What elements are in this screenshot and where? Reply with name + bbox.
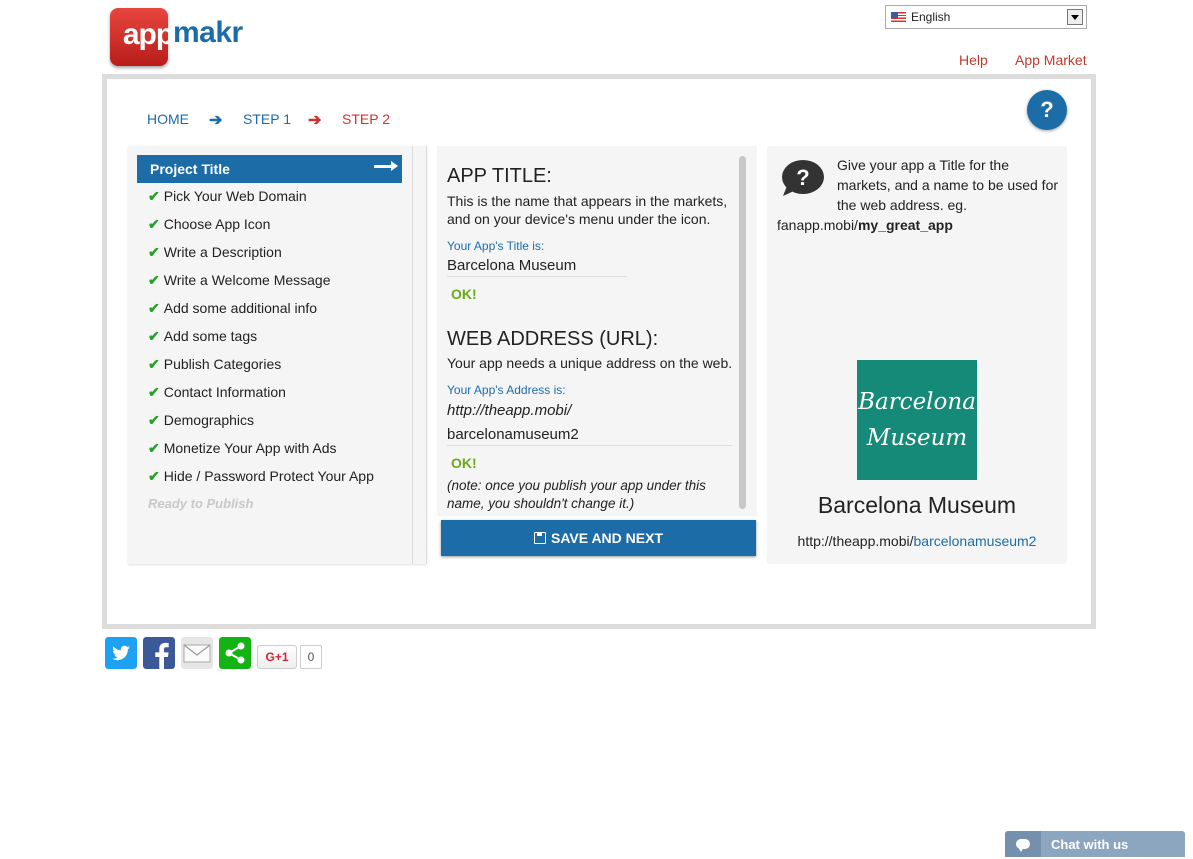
example-prefix: fanapp.mobi/ (777, 217, 858, 233)
logo-app-mark: app (110, 8, 174, 66)
app-title-status: OK! (451, 286, 477, 302)
google-plus-button[interactable]: G+1 (257, 645, 297, 669)
step-label: Add some additional info (163, 300, 318, 316)
breadcrumb-home[interactable]: HOME (147, 111, 189, 127)
preview-url-prefix: http://theapp.mobi/ (797, 533, 914, 549)
preview-app-url: http://theapp.mobi/barcelonamuseum2 (767, 533, 1067, 549)
preview-app-title: Barcelona Museum (817, 492, 1017, 518)
preview-line1: Barcelona (858, 389, 976, 415)
web-address-label: Your App's Address is: (447, 383, 566, 397)
step-project-title[interactable]: Project Title (137, 155, 402, 183)
step-write-description[interactable]: ✔ Write a Description (148, 244, 282, 261)
check-icon: ✔ (148, 272, 160, 288)
save-and-next-button[interactable]: SAVE AND NEXT (441, 520, 756, 556)
language-select[interactable]: English (885, 5, 1087, 29)
breadcrumb-step1[interactable]: STEP 1 (243, 111, 291, 127)
preview-url-link[interactable]: barcelonamuseum2 (914, 533, 1037, 549)
logo-makr-text: makr (173, 16, 243, 49)
app-market-link[interactable]: App Market (1015, 52, 1087, 68)
check-icon: ✔ (148, 188, 160, 204)
step-additional-info[interactable]: ✔ Add some additional info (148, 300, 317, 317)
facebook-icon[interactable] (143, 637, 175, 669)
us-flag-icon (891, 12, 906, 22)
arrow-right-icon: ➔ (209, 112, 223, 129)
step-contact-information[interactable]: ✔ Contact Information (148, 384, 286, 401)
app-title-label: Your App's Title is: (447, 239, 545, 253)
step-label: Choose App Icon (163, 216, 271, 232)
publish-note: (note: once you publish your app under t… (447, 478, 706, 511)
chat-widget-button[interactable]: Chat with us (1005, 831, 1185, 857)
twitter-icon[interactable] (105, 637, 137, 669)
chevron-down-icon[interactable] (1067, 9, 1083, 25)
step-monetize-ads[interactable]: ✔ Monetize Your App with Ads (148, 440, 337, 457)
step-demographics[interactable]: ✔ Demographics (148, 412, 254, 429)
web-address-prefix: http://theapp.mobi/ (447, 402, 572, 419)
app-title-description: This is the name that appears in the mar… (447, 193, 728, 227)
info-tip: Give your app a Title for the markets, a… (837, 157, 1059, 213)
step-add-tags[interactable]: ✔ Add some tags (148, 328, 257, 345)
help-button[interactable]: ? (1027, 90, 1067, 130)
chat-bubble-icon (1005, 831, 1041, 857)
steps-panel: Project Title ✔ Pick Your Web Domain ✔ Cho… (128, 146, 427, 564)
check-icon: ✔ (148, 384, 160, 400)
web-address-heading: WEB ADDRESS (URL): (447, 328, 659, 350)
example-slug: my_great_app (857, 217, 953, 233)
check-icon: ✔ (148, 216, 160, 232)
save-label: SAVE AND NEXT (550, 530, 663, 546)
panel-divider (412, 146, 413, 564)
check-icon: ✔ (148, 412, 160, 428)
appmakr-logo[interactable]: app makr (110, 8, 250, 68)
step-ready-to-publish: Ready to Publish (148, 496, 254, 511)
step-label: Monetize Your App with Ads (163, 440, 337, 456)
step-welcome-message[interactable]: ✔ Write a Welcome Message (148, 272, 331, 289)
app-title-input[interactable]: Barcelona Museum (447, 257, 627, 277)
chat-label: Chat with us (1051, 837, 1129, 852)
preview-line2: Museum (866, 425, 968, 451)
floppy-disk-icon (533, 532, 546, 544)
language-value: English (911, 10, 951, 24)
check-icon: ✔ (148, 244, 160, 260)
share-icon[interactable] (219, 637, 251, 669)
web-address-description: Your app needs a unique address on the w… (447, 355, 733, 371)
breadcrumb-step2[interactable]: STEP 2 (342, 111, 390, 127)
step-label: Publish Categories (163, 356, 282, 372)
arrow-right-icon: ➔ (308, 112, 322, 129)
check-icon: ✔ (148, 328, 160, 344)
check-icon: ✔ (148, 468, 160, 484)
google-plus-count: 0 (300, 645, 322, 669)
step-publish-categories[interactable]: ✔ Publish Categories (148, 356, 281, 373)
step-label: Demographics (163, 412, 254, 428)
step-password-protect[interactable]: ✔ Hide / Password Protect Your App (148, 468, 374, 485)
step-label: Contact Information (163, 384, 286, 400)
scrollbar[interactable] (739, 156, 746, 509)
check-icon: ✔ (148, 356, 160, 372)
web-address-input[interactable]: barcelonamuseum2 (447, 426, 732, 446)
step-pick-web-domain[interactable]: ✔ Pick Your Web Domain (148, 188, 307, 205)
app-title-heading: APP TITLE: (447, 165, 552, 187)
email-icon[interactable] (181, 637, 213, 669)
help-link[interactable]: Help (959, 52, 988, 68)
check-icon: ✔ (148, 440, 160, 456)
question-bubble-icon: ? (782, 160, 824, 196)
form-panel: APP TITLE: This is the name that appears… (437, 146, 757, 516)
step-label: Write a Welcome Message (163, 272, 331, 288)
check-icon: ✔ (148, 300, 160, 316)
info-example: fanapp.mobi/my_great_app (777, 215, 953, 235)
step-label: Hide / Password Protect Your App (163, 468, 374, 484)
arrow-right-icon (374, 161, 398, 171)
web-address-status: OK! (451, 455, 477, 471)
app-icon-preview: Barcelona Museum (857, 360, 977, 480)
step-label: Add some tags (163, 328, 258, 344)
step-choose-app-icon[interactable]: ✔ Choose App Icon (148, 216, 270, 233)
step-label: Write a Description (163, 244, 282, 260)
step-label: Project Title (150, 161, 230, 177)
step-label: Pick Your Web Domain (163, 188, 307, 204)
svg-text:?: ? (796, 165, 809, 190)
